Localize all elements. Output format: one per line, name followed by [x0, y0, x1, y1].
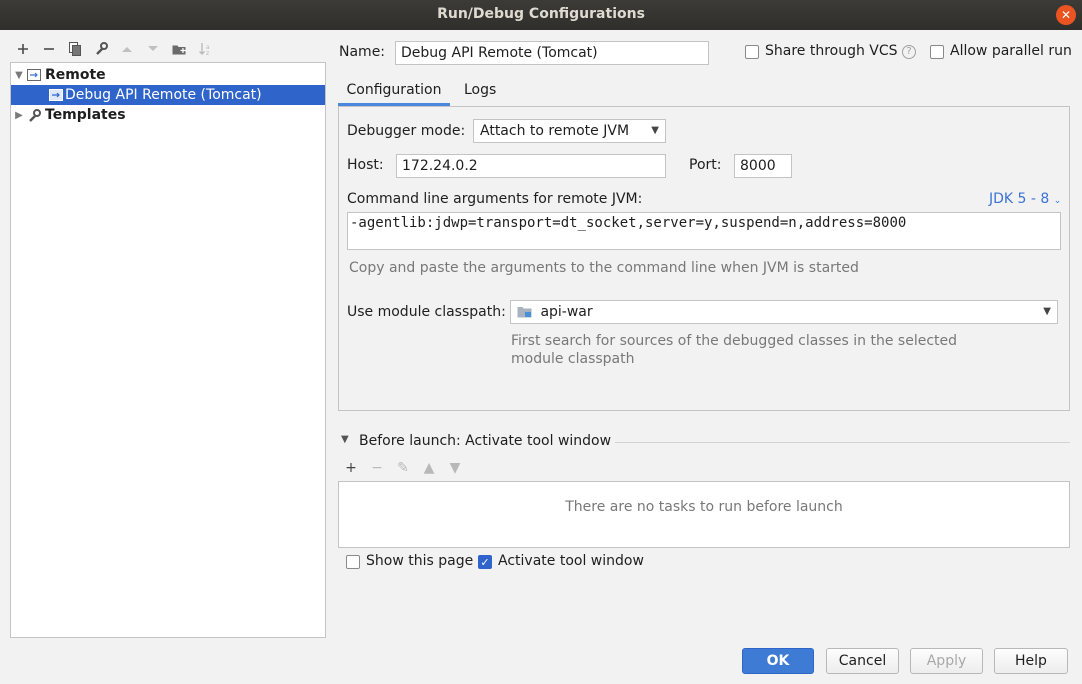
- remove-icon[interactable]: [36, 38, 62, 60]
- apply-button[interactable]: Apply: [910, 648, 983, 674]
- module-hint-line-2: module classpath: [511, 351, 635, 367]
- module-classpath-value: api-war: [540, 304, 593, 320]
- ok-button[interactable]: OK: [742, 648, 814, 674]
- debugger-mode-value: Attach to remote JVM: [480, 123, 630, 139]
- copy-icon[interactable]: [62, 38, 88, 60]
- tree-templates-label: Templates: [45, 107, 126, 123]
- before-launch-task-list[interactable]: There are no tasks to run before launch: [338, 481, 1070, 548]
- close-window-button[interactable]: ✕: [1056, 5, 1076, 25]
- configuration-tree[interactable]: ▼ Remote Debug API Remote (Tomcat) ▶ Tem…: [10, 62, 326, 638]
- activate-tool-window-label: Activate tool window: [498, 553, 644, 569]
- port-label: Port:: [689, 157, 722, 173]
- jdk-version-link[interactable]: JDK 5 - 8 ⌄: [989, 191, 1061, 207]
- cmdline-hint: Copy and paste the arguments to the comm…: [349, 260, 859, 276]
- tree-group-remote[interactable]: ▼ Remote: [11, 65, 325, 85]
- cancel-button[interactable]: Cancel: [826, 648, 899, 674]
- edit-task-icon[interactable]: ✎: [390, 460, 416, 476]
- dropdown-arrow-icon: ▼: [1043, 306, 1051, 317]
- dropdown-arrow-icon: ▼: [651, 125, 659, 136]
- module-classpath-select[interactable]: api-war ▼: [510, 300, 1058, 324]
- remote-config-icon: [49, 89, 63, 101]
- tree-group-templates[interactable]: ▶ Templates: [11, 105, 325, 125]
- section-divider: [615, 442, 1070, 443]
- before-launch-title: Before launch: Activate tool window: [359, 433, 612, 449]
- add-icon[interactable]: [10, 38, 36, 60]
- wrench-icon: [27, 109, 41, 122]
- before-launch-toolbar: + − ✎ ▲ ▼: [338, 458, 468, 478]
- port-input[interactable]: 8000: [734, 154, 792, 178]
- add-task-icon[interactable]: +: [338, 460, 364, 476]
- allow-parallel-label: Allow parallel run: [950, 43, 1072, 59]
- chevron-down-icon: ⌄: [1053, 196, 1062, 206]
- title-bar: Run/Debug Configurations ✕: [0, 0, 1082, 30]
- sort-icon[interactable]: az: [192, 38, 218, 60]
- expanded-arrow-icon[interactable]: ▼: [11, 70, 27, 81]
- module-folder-icon: [517, 303, 532, 325]
- move-down-icon[interactable]: ▼: [442, 460, 468, 476]
- no-tasks-message: There are no tasks to run before launch: [565, 499, 843, 515]
- share-vcs-checkbox[interactable]: [745, 45, 759, 59]
- help-button[interactable]: Help: [994, 648, 1068, 674]
- allow-parallel-checkbox[interactable]: [930, 45, 944, 59]
- move-up-icon[interactable]: ▲: [416, 460, 442, 476]
- module-classpath-label: Use module classpath:: [347, 304, 506, 320]
- name-input[interactable]: Debug API Remote (Tomcat): [395, 41, 709, 65]
- tree-item-debug-api-remote[interactable]: Debug API Remote (Tomcat): [11, 85, 325, 105]
- show-page-checkbox[interactable]: [346, 555, 360, 569]
- activate-tool-window-checkbox[interactable]: ✓: [478, 555, 492, 569]
- collapsed-arrow-icon[interactable]: ▶: [11, 110, 27, 121]
- module-hint-line-1: First search for sources of the debugged…: [511, 333, 958, 349]
- host-input[interactable]: 172.24.0.2: [396, 154, 666, 178]
- wrench-icon[interactable]: [88, 38, 114, 60]
- before-launch-collapse-icon[interactable]: ▼: [341, 434, 349, 445]
- move-down-icon[interactable]: [140, 38, 166, 60]
- svg-text:z: z: [206, 50, 209, 56]
- host-label: Host:: [347, 157, 384, 173]
- tab-configuration[interactable]: Configuration: [338, 76, 450, 106]
- debugger-mode-select[interactable]: Attach to remote JVM ▼: [473, 119, 666, 143]
- cmdline-label: Command line arguments for remote JVM:: [347, 191, 643, 207]
- new-folder-icon[interactable]: [166, 38, 192, 60]
- remove-task-icon[interactable]: −: [364, 460, 390, 476]
- debugger-mode-label: Debugger mode:: [347, 123, 466, 139]
- move-up-icon[interactable]: [114, 38, 140, 60]
- help-icon[interactable]: ?: [902, 45, 916, 59]
- config-toolbar: az: [10, 38, 218, 60]
- name-label: Name:: [339, 44, 386, 60]
- tab-logs[interactable]: Logs: [464, 76, 496, 106]
- cmdline-textarea[interactable]: -agentlib:jdwp=transport=dt_socket,serve…: [347, 212, 1061, 250]
- configuration-panel: [338, 106, 1070, 411]
- show-page-label: Show this page: [366, 553, 474, 569]
- share-vcs-label: Share through VCS: [765, 43, 898, 59]
- tree-item-label: Debug API Remote (Tomcat): [65, 87, 262, 103]
- remote-config-icon: [27, 69, 41, 81]
- window-title: Run/Debug Configurations: [437, 6, 645, 22]
- tree-group-label: Remote: [45, 67, 106, 83]
- jdk-version-text: JDK 5 - 8: [989, 191, 1050, 207]
